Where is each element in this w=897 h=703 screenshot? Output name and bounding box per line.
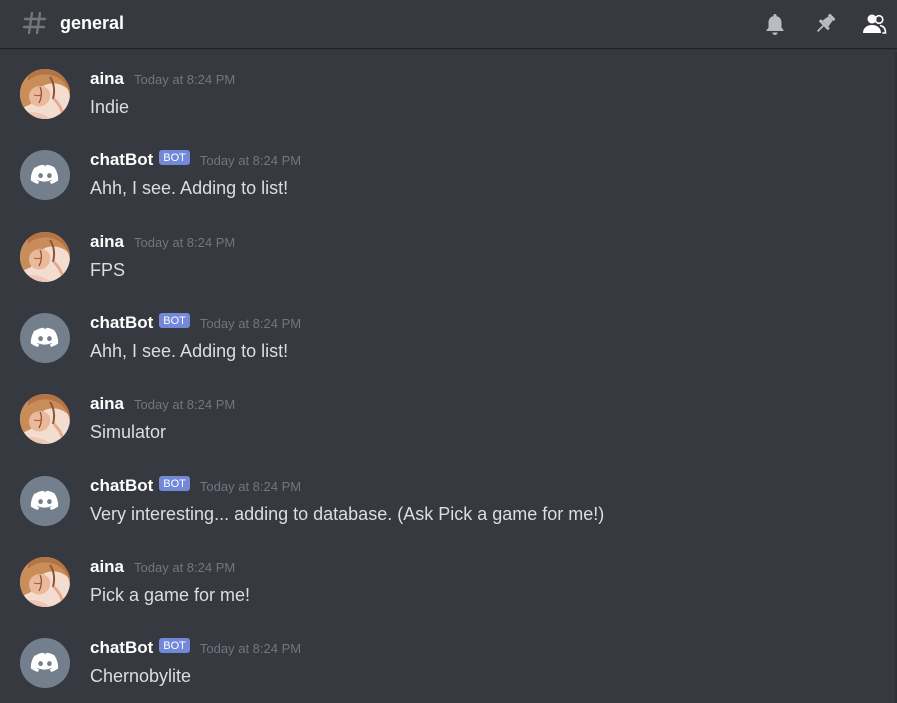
message-content: Indie — [90, 97, 130, 117]
channel-header: general — [0, 0, 897, 48]
user-avatar[interactable] — [20, 69, 70, 119]
message-item: aina Today at 8:24 PM Indie — [0, 52, 897, 132]
user-avatar[interactable] — [20, 232, 70, 282]
message-content: Ahh, I see. Adding to list! — [90, 178, 289, 198]
timestamp: Today at 8:24 PM — [134, 397, 236, 412]
hash-icon — [22, 11, 47, 35]
bot-tag: BOT — [159, 312, 190, 328]
user-avatar[interactable] — [20, 394, 70, 444]
message-header: aina Today at 8:24 PM — [90, 393, 235, 415]
timestamp: Today at 8:24 PM — [134, 560, 236, 575]
message-content: Simulator — [90, 422, 167, 442]
username[interactable]: chatBot — [90, 475, 153, 497]
username[interactable]: aina — [90, 556, 124, 578]
message-header: chatBot BOT Today at 8:24 PM — [90, 475, 301, 497]
message-header: chatBot BOT Today at 8:24 PM — [90, 637, 301, 659]
bot-avatar[interactable] — [20, 476, 70, 526]
bot-avatar[interactable] — [20, 313, 70, 363]
message-content: Chernobylite — [90, 666, 192, 686]
message-item: chatBot BOT Today at 8:24 PM Ahh, I see. Ad… — [0, 133, 897, 213]
timestamp: Today at 8:24 PM — [199, 153, 302, 168]
message-content: Ahh, I see. Adding to list! — [90, 341, 289, 361]
username[interactable]: chatBot — [90, 637, 153, 659]
bell-icon[interactable] — [762, 11, 788, 37]
bot-tag: BOT — [159, 637, 190, 653]
username[interactable]: chatBot — [90, 312, 153, 334]
username[interactable]: aina — [90, 68, 124, 90]
channel-name: general — [60, 13, 125, 33]
username[interactable]: aina — [90, 393, 124, 415]
message-item: aina Today at 8:24 PM Simulator — [0, 377, 897, 457]
user-avatar[interactable] — [20, 557, 70, 607]
message-item: aina Today at 8:24 PM FPS — [0, 215, 897, 295]
bot-avatar[interactable] — [20, 638, 70, 688]
members-icon[interactable] — [861, 11, 887, 37]
message-header: aina Today at 8:24 PM — [90, 231, 235, 253]
timestamp: Today at 8:24 PM — [199, 641, 302, 656]
message-item: chatBot BOT Today at 8:24 PM Chernobylite — [0, 621, 897, 701]
message-item: chatBot BOT Today at 8:24 PM Very interesti… — [0, 459, 897, 539]
message-list: aina Today at 8:24 PM Indie chatBot BOT Toda… — [0, 52, 897, 703]
username[interactable]: chatBot — [90, 149, 153, 171]
bot-tag: BOT — [159, 149, 190, 165]
message-item: chatBot BOT Today at 8:24 PM Ahh, I see. Ad… — [0, 296, 897, 376]
message-header: chatBot BOT Today at 8:24 PM — [90, 312, 301, 334]
message-header: aina Today at 8:24 PM — [90, 68, 235, 90]
message-content: FPS — [90, 260, 126, 280]
message-header: aina Today at 8:24 PM — [90, 556, 235, 578]
username[interactable]: aina — [90, 231, 124, 253]
timestamp: Today at 8:24 PM — [134, 72, 236, 87]
timestamp: Today at 8:24 PM — [199, 316, 302, 331]
bot-tag: BOT — [159, 475, 190, 491]
timestamp: Today at 8:24 PM — [134, 235, 236, 250]
message-item: aina Today at 8:24 PM Pick a game for me! — [0, 540, 897, 620]
message-content: Very interesting... adding to database. … — [90, 504, 605, 524]
chat-window: general aina Today at 8:24 PM Indie chatBo… — [0, 0, 897, 703]
message-header: chatBot BOT Today at 8:24 PM — [90, 149, 301, 171]
pin-icon[interactable] — [812, 11, 838, 37]
bot-avatar[interactable] — [20, 150, 70, 200]
message-content: Pick a game for me! — [90, 585, 251, 605]
timestamp: Today at 8:24 PM — [199, 479, 302, 494]
